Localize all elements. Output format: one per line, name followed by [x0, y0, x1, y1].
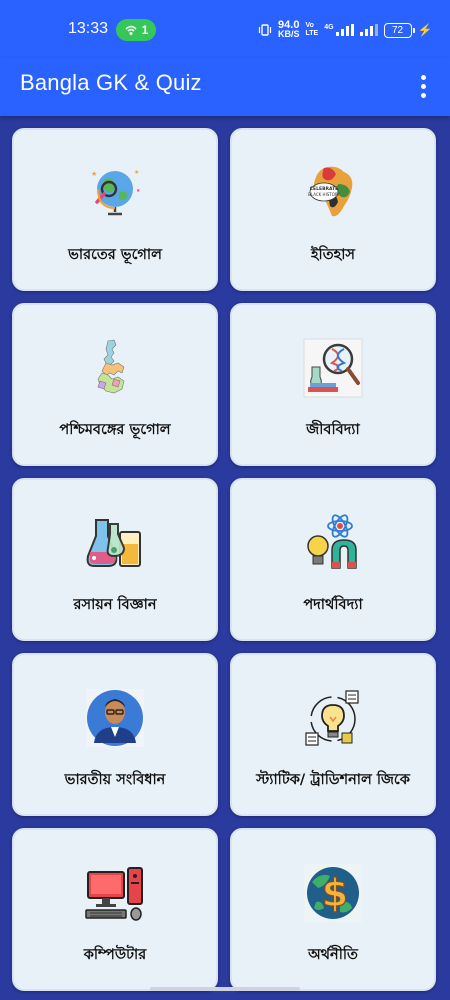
hotspot-icon: [125, 25, 137, 35]
category-card-static-gk[interactable]: স্ট্যাটিক/ ট্রাডিশনাল জিকে: [230, 653, 436, 816]
globe-icon: ★ ★ ★: [91, 169, 141, 216]
status-time: 13:33: [68, 20, 109, 37]
category-card-biology[interactable]: জীববিদ্যা: [230, 303, 436, 466]
status-icons: 94.0 KB/S Vo LTE 4G 72 ⚡: [258, 18, 433, 42]
chemistry-flasks-icon: [86, 519, 141, 567]
economy-globe-dollar-icon: $: [304, 864, 362, 922]
charging-icon: ⚡: [417, 23, 433, 37]
hotspot-indicator[interactable]: 1: [116, 19, 156, 41]
category-card-india-geography[interactable]: ★ ★ ★ ভারতের ভূগোল: [12, 128, 218, 291]
category-card-physics[interactable]: পদার্থবিদ্যা: [230, 478, 436, 641]
battery-icon: 72: [383, 22, 415, 38]
category-card-westbengal-geography[interactable]: পশ্চিমবঙ্গের ভূগোল: [12, 303, 218, 466]
svg-text:★: ★: [134, 169, 139, 176]
lte-label: LTE: [305, 30, 319, 37]
net-speed-unit: KB/S: [278, 29, 300, 39]
status-bar: 13:33 1 94.0 KB/S Vo LTE 4G 72 ⚡: [0, 0, 450, 58]
category-card-computer[interactable]: কম্পিউটার: [12, 828, 218, 991]
category-card-constitution[interactable]: ভারতীয় সংবিধান: [12, 653, 218, 816]
hotspot-count: 1: [141, 23, 149, 37]
ambedkar-portrait-icon: [86, 689, 144, 747]
category-label: অর্থনীতি: [308, 947, 358, 963]
gesture-nav-handle[interactable]: [150, 987, 300, 991]
category-label: স্ট্যাটিক/ ট্রাডিশনাল জিকে: [256, 772, 410, 788]
volte-indicator: Vo LTE: [306, 22, 319, 38]
west-bengal-map-icon: [97, 339, 125, 394]
app-title: Bangla GK & Quiz: [20, 70, 202, 95]
vo-label: Vo: [305, 22, 314, 29]
physics-atom-icon: [307, 514, 357, 569]
category-label: পদার্থবিদ্যা: [303, 597, 363, 613]
vibrate-icon: [258, 24, 272, 36]
category-label: ইতিহাস: [311, 247, 355, 263]
computer-icon: [85, 867, 143, 921]
app-bar: Bangla GK & Quiz: [0, 58, 450, 116]
svg-text:★: ★: [91, 170, 97, 178]
category-label: পশ্চিমবঙ্গের ভূগোল: [59, 422, 171, 438]
more-vert-icon[interactable]: [410, 68, 436, 104]
category-label: ভারতের ভূগোল: [68, 247, 162, 263]
signal-group-1: 4G: [324, 24, 354, 36]
svg-text:★: ★: [136, 188, 141, 194]
svg-text:BLACK HISTORY: BLACK HISTORY: [308, 192, 340, 197]
category-label: জীববিদ্যা: [306, 422, 360, 438]
signal-2-icon: [359, 24, 378, 36]
category-card-history[interactable]: CELEBRATE BLACK HISTORY ইতিহাস: [230, 128, 436, 291]
category-grid: ★ ★ ★ ভারতের ভূগোল CELEBRATE BLACK HISTO…: [12, 128, 440, 991]
net-speed: 94.0 KB/S: [278, 20, 300, 39]
microscope-dna-icon: [303, 338, 363, 398]
category-card-chemistry[interactable]: রসায়ন বিজ্ঞান: [12, 478, 218, 641]
category-label: রসায়ন বিজ্ঞান: [73, 597, 157, 613]
history-map-icon: CELEBRATE BLACK HISTORY: [308, 166, 353, 217]
category-label: ভারতীয় সংবিধান: [64, 772, 166, 788]
svg-text:$: $: [322, 871, 348, 915]
category-label: কম্পিউটার: [83, 947, 147, 963]
bulb-ideas-icon: [305, 690, 359, 746]
battery-level: 72: [392, 24, 404, 36]
network-type: 4G: [324, 24, 334, 31]
signal-icon: [335, 24, 354, 36]
category-card-economy[interactable]: $ অর্থনীতি: [230, 828, 436, 991]
